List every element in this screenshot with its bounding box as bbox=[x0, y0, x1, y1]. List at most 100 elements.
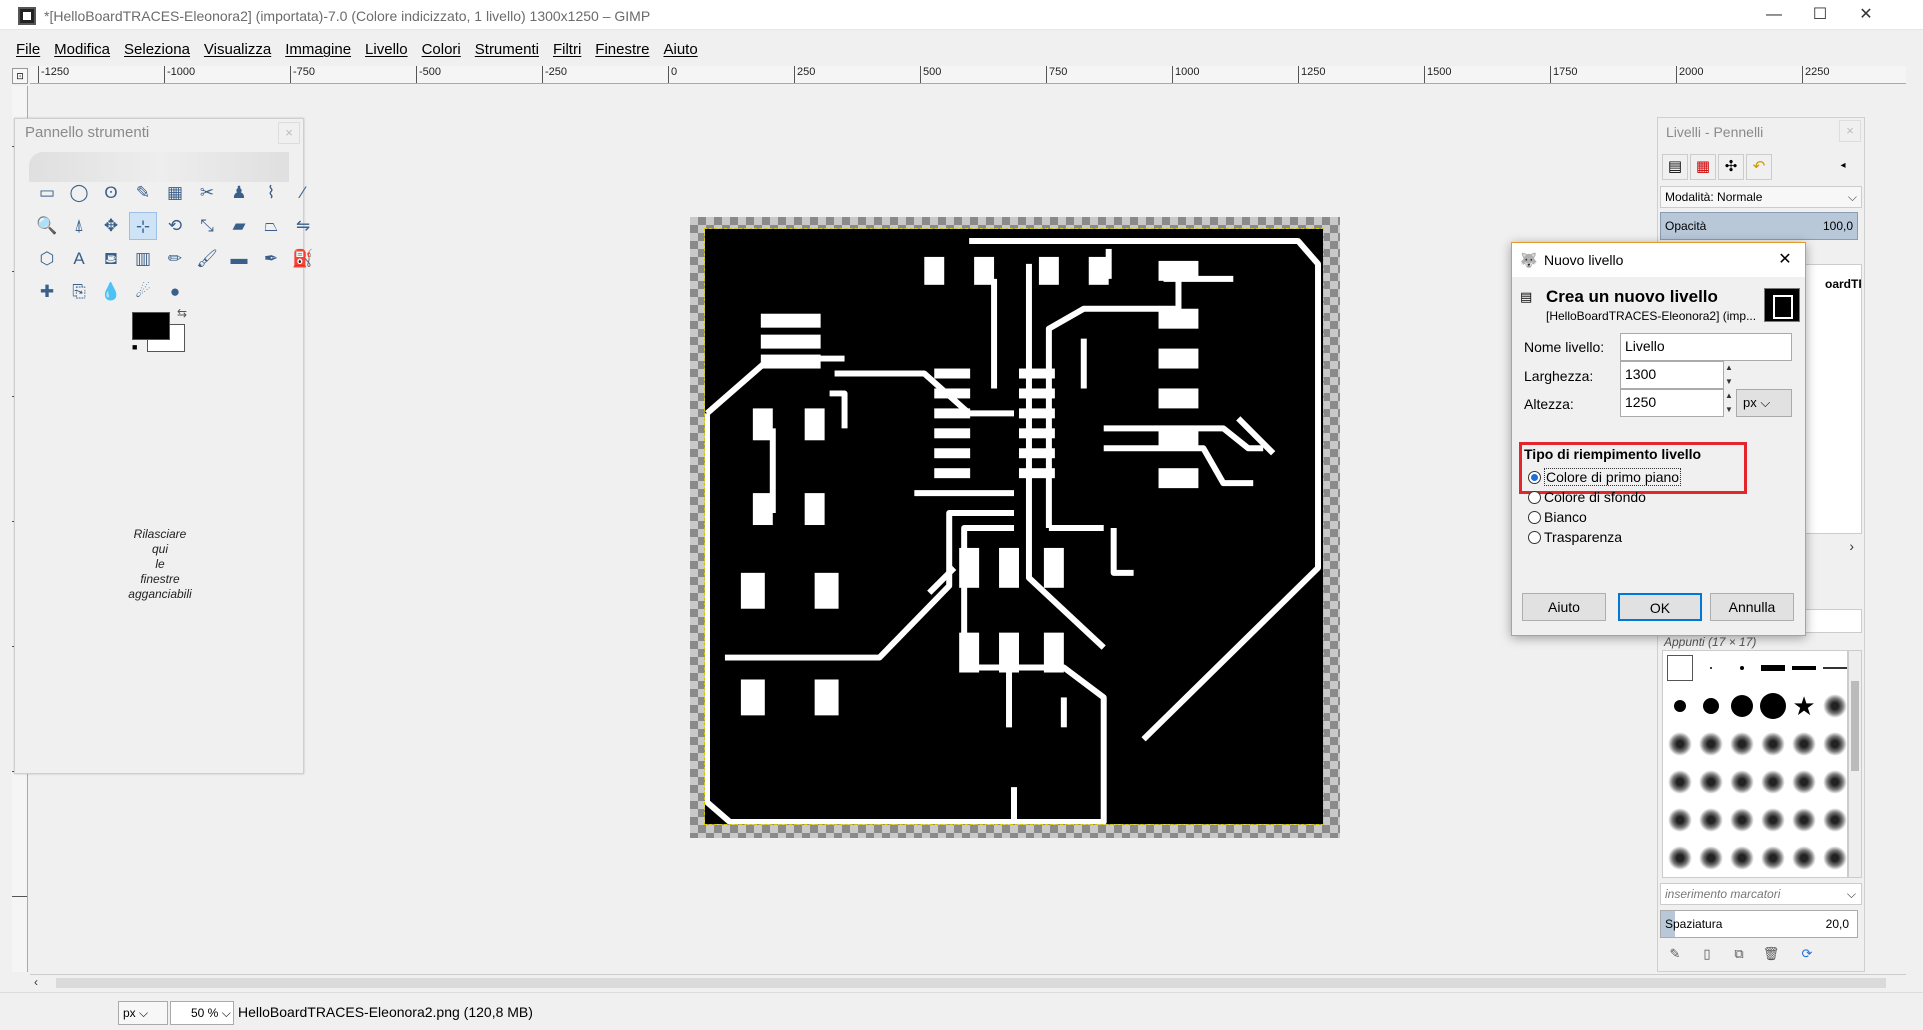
layer-name-input[interactable]: Livello bbox=[1620, 333, 1792, 361]
color-picker-icon[interactable]: ⁄ bbox=[289, 179, 317, 207]
brush-preview[interactable] bbox=[1727, 843, 1757, 873]
width-input[interactable]: 1300 bbox=[1620, 361, 1724, 389]
vertical-scrollbar[interactable] bbox=[1908, 66, 1922, 990]
brushes-scrollbar[interactable] bbox=[1848, 650, 1862, 878]
text-icon[interactable]: A bbox=[65, 245, 93, 273]
brush-preview[interactable] bbox=[1665, 729, 1695, 759]
layer-mode-select[interactable]: Modalità: Normale ⌵ bbox=[1660, 186, 1862, 208]
paintbrush-icon[interactable]: 🖌 bbox=[193, 245, 221, 273]
rect-select-icon[interactable]: ▭ bbox=[33, 179, 61, 207]
brush-preview[interactable] bbox=[1696, 691, 1726, 721]
horizontal-scrollbar[interactable]: ‹ bbox=[30, 974, 1906, 990]
spacing-slider[interactable]: Spaziatura 20,0 bbox=[1660, 910, 1858, 938]
tab-paths[interactable]: ✣ bbox=[1718, 154, 1744, 180]
status-unit-select[interactable]: px ⌵ bbox=[118, 1001, 168, 1025]
unit-select[interactable]: px ⌵ bbox=[1736, 389, 1792, 417]
delete-brush-icon[interactable]: 🗑 bbox=[1762, 946, 1780, 964]
layer-name[interactable]: oardTRA bbox=[1825, 277, 1861, 291]
fill-option-foreground[interactable]: Colore di primo piano bbox=[1528, 468, 1682, 486]
maximize-button[interactable]: ☐ bbox=[1797, 0, 1843, 30]
dock-close-button[interactable]: × bbox=[1839, 120, 1861, 142]
reset-colors-icon[interactable]: ■ bbox=[132, 342, 137, 352]
brush-preview[interactable] bbox=[1758, 843, 1788, 873]
brush-preview[interactable] bbox=[1665, 653, 1695, 683]
menu-file[interactable]: File bbox=[16, 38, 40, 62]
horizontal-ruler[interactable]: -1250 -1000 -750 -500 -250 0 250 500 750… bbox=[30, 66, 1906, 84]
menu-colori[interactable]: Colori bbox=[422, 38, 461, 62]
brush-preview[interactable] bbox=[1758, 767, 1788, 797]
scrollbar-thumb[interactable] bbox=[56, 978, 1886, 988]
brush-preview[interactable] bbox=[1758, 653, 1788, 683]
shear-icon[interactable]: ▰ bbox=[225, 212, 253, 240]
scissors-select-icon[interactable]: ✂ bbox=[193, 179, 221, 207]
paths-icon[interactable]: ⌇ bbox=[257, 179, 285, 207]
minimize-button[interactable]: — bbox=[1751, 0, 1797, 30]
brush-preview[interactable] bbox=[1789, 767, 1819, 797]
opacity-slider[interactable]: Opacità 100,0 bbox=[1660, 212, 1858, 240]
brush-preview[interactable] bbox=[1820, 805, 1847, 835]
move-icon[interactable]: ✥ bbox=[97, 212, 125, 240]
fill-option-white[interactable]: Bianco bbox=[1528, 509, 1587, 525]
brush-preview[interactable] bbox=[1758, 805, 1788, 835]
brush-preview[interactable] bbox=[1727, 805, 1757, 835]
brush-preview[interactable] bbox=[1820, 653, 1847, 683]
brush-preview[interactable] bbox=[1820, 729, 1847, 759]
align-icon[interactable]: ⊹ bbox=[129, 212, 157, 240]
chevron-right-icon[interactable]: › bbox=[1849, 538, 1854, 554]
refresh-brushes-icon[interactable]: ⟳ bbox=[1798, 946, 1816, 964]
radio-button[interactable] bbox=[1528, 491, 1541, 504]
foreground-select-icon[interactable]: ♟ bbox=[225, 179, 253, 207]
menu-aiuto[interactable]: Aiuto bbox=[663, 38, 697, 62]
brush-preview[interactable] bbox=[1820, 691, 1847, 721]
brush-preview[interactable] bbox=[1696, 767, 1726, 797]
tab-layers[interactable]: ▤ bbox=[1662, 154, 1688, 180]
zoom-icon[interactable]: 🔍 bbox=[33, 212, 61, 240]
brush-preview[interactable] bbox=[1696, 653, 1726, 683]
brush-preview[interactable] bbox=[1758, 729, 1788, 759]
brush-preview[interactable] bbox=[1696, 729, 1726, 759]
brush-preview[interactable]: ★ bbox=[1789, 691, 1819, 721]
height-spinner[interactable]: ▲ ▼ bbox=[1724, 389, 1734, 417]
tab-undo-history[interactable]: ↶ bbox=[1746, 154, 1772, 180]
ink-icon[interactable]: ⛽ bbox=[289, 245, 317, 273]
flip-icon[interactable]: ⇋ bbox=[289, 212, 317, 240]
cancel-button[interactable]: Annulla bbox=[1710, 593, 1794, 621]
color-select-icon[interactable]: ▦ bbox=[161, 179, 189, 207]
blend-icon[interactable]: ▥ bbox=[129, 245, 157, 273]
dodge-burn-icon[interactable]: ● bbox=[161, 278, 189, 306]
toolbox-close-button[interactable]: × bbox=[278, 122, 300, 144]
menu-filtri[interactable]: Filtri bbox=[553, 38, 581, 62]
zoom-select[interactable]: 50 % ⌵ bbox=[170, 1001, 234, 1025]
help-button[interactable]: Aiuto bbox=[1522, 593, 1606, 621]
brush-preview[interactable] bbox=[1665, 691, 1695, 721]
brush-preview[interactable] bbox=[1789, 729, 1819, 759]
heal-icon[interactable]: ✚ bbox=[33, 278, 61, 306]
close-window-button[interactable]: ✕ bbox=[1843, 0, 1889, 30]
brush-preview[interactable] bbox=[1665, 805, 1695, 835]
scroll-left-icon[interactable]: ‹ bbox=[34, 975, 38, 989]
brush-preview[interactable] bbox=[1696, 843, 1726, 873]
menu-livello[interactable]: Livello bbox=[365, 38, 408, 62]
menu-modifica[interactable]: Modifica bbox=[54, 38, 110, 62]
brush-preview[interactable] bbox=[1820, 767, 1847, 797]
brush-preview[interactable] bbox=[1789, 805, 1819, 835]
fill-option-background[interactable]: Colore di sfondo bbox=[1528, 489, 1646, 505]
new-brush-icon[interactable]: ▯ bbox=[1698, 946, 1716, 964]
dialog-close-button[interactable]: ✕ bbox=[1771, 248, 1799, 272]
radio-button[interactable] bbox=[1528, 511, 1541, 524]
scrollbar-thumb[interactable] bbox=[1851, 681, 1859, 771]
brush-preview[interactable] bbox=[1727, 653, 1757, 683]
height-input[interactable]: 1250 bbox=[1620, 389, 1724, 417]
tab-channels[interactable]: ▦ bbox=[1690, 154, 1716, 180]
width-spinner[interactable]: ▲ ▼ bbox=[1724, 361, 1734, 389]
pencil-icon[interactable]: ✏ bbox=[161, 245, 189, 273]
brush-preview[interactable] bbox=[1820, 843, 1847, 873]
menu-finestre[interactable]: Finestre bbox=[595, 38, 649, 62]
swap-colors-icon[interactable]: ⇆ bbox=[177, 306, 187, 320]
brush-preview[interactable] bbox=[1789, 653, 1819, 683]
perspective-icon[interactable]: ⏢ bbox=[257, 212, 285, 240]
fill-option-transparency[interactable]: Trasparenza bbox=[1528, 529, 1622, 545]
brush-preview[interactable] bbox=[1665, 843, 1695, 873]
brush-preview[interactable] bbox=[1758, 691, 1788, 721]
menu-seleziona[interactable]: Seleziona bbox=[124, 38, 190, 62]
